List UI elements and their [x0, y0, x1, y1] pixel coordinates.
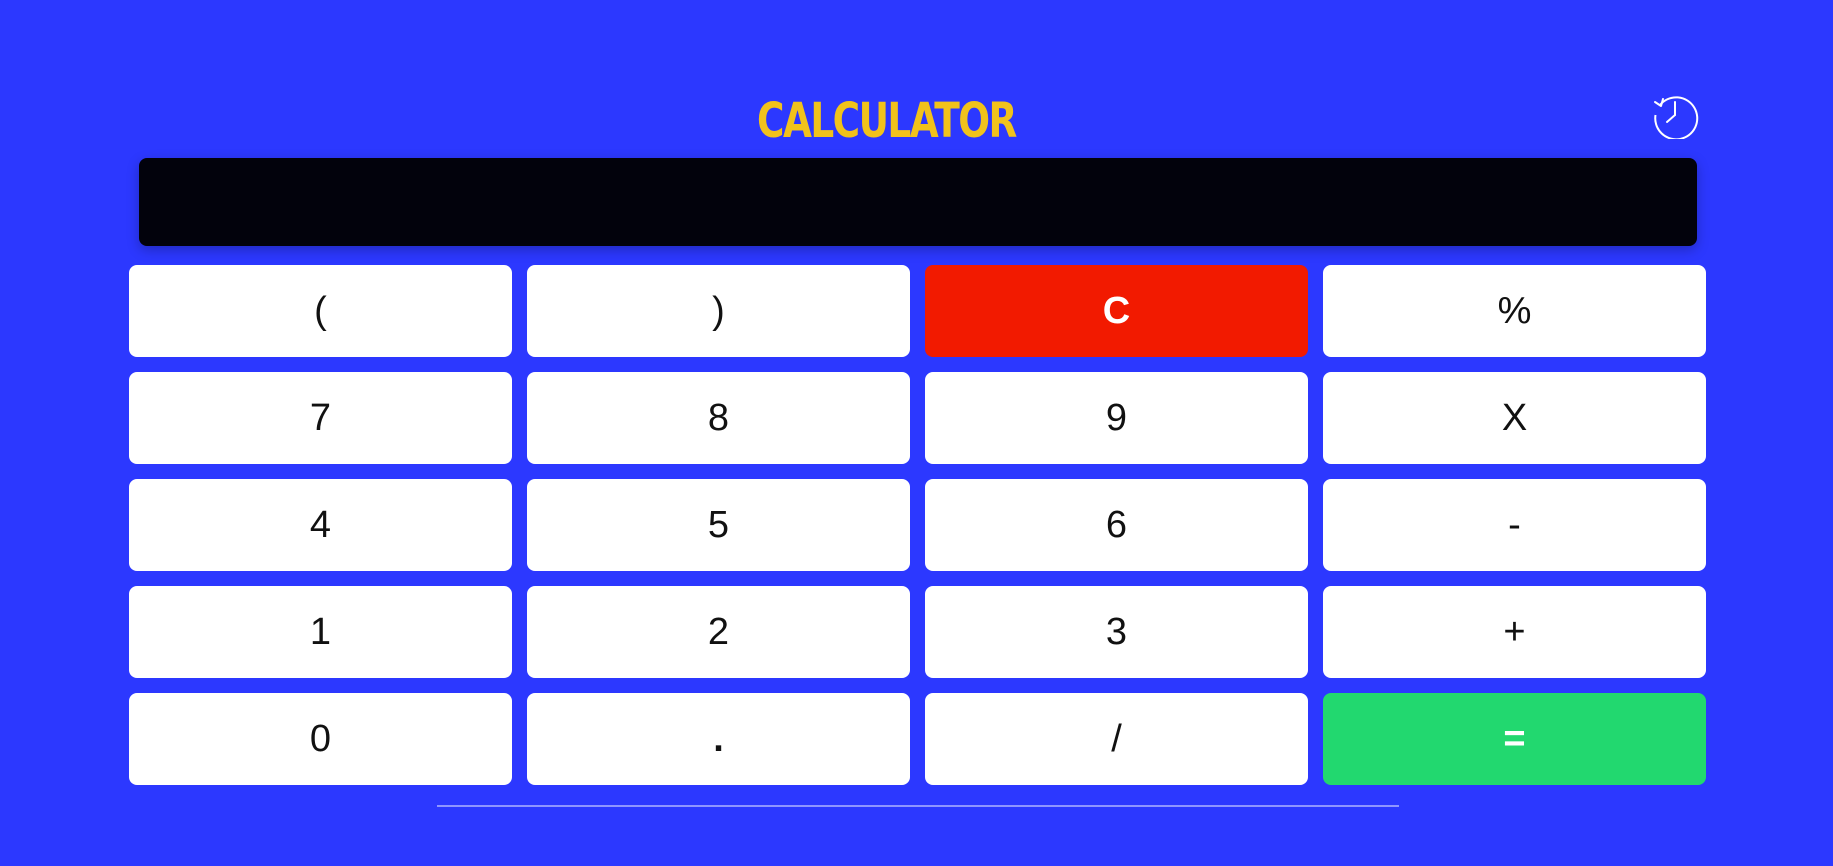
key-digit-1[interactable]: 1	[129, 586, 512, 678]
key-open-paren[interactable]: (	[129, 265, 512, 357]
key-clear[interactable]: C	[925, 265, 1308, 357]
calculator-display	[139, 158, 1697, 246]
key-divide[interactable]: /	[925, 693, 1308, 785]
key-digit-0[interactable]: 0	[129, 693, 512, 785]
history-clock-icon[interactable]	[1651, 91, 1699, 141]
key-multiply[interactable]: X	[1323, 372, 1706, 464]
key-digit-8[interactable]: 8	[527, 372, 910, 464]
keypad: ( ) C % 7 8 9 X 4 5 6 - 1 2 3 + 0 . / =	[129, 265, 1707, 785]
key-digit-6[interactable]: 6	[925, 479, 1308, 571]
key-subtract[interactable]: -	[1323, 479, 1706, 571]
key-decimal[interactable]: .	[527, 693, 910, 785]
key-digit-9[interactable]: 9	[925, 372, 1308, 464]
calculator-app: CALCULATOR ( ) C % 7 8 9 X 4 5 6 - 1 2 3…	[0, 0, 1833, 866]
page-title: CALCULATOR	[757, 93, 1017, 149]
key-equals[interactable]: =	[1323, 693, 1706, 785]
key-digit-7[interactable]: 7	[129, 372, 512, 464]
key-digit-2[interactable]: 2	[527, 586, 910, 678]
key-digit-3[interactable]: 3	[925, 586, 1308, 678]
key-digit-5[interactable]: 5	[527, 479, 910, 571]
bottom-divider	[437, 805, 1399, 807]
key-percent[interactable]: %	[1323, 265, 1706, 357]
key-close-paren[interactable]: )	[527, 265, 910, 357]
key-add[interactable]: +	[1323, 586, 1706, 678]
key-digit-4[interactable]: 4	[129, 479, 512, 571]
